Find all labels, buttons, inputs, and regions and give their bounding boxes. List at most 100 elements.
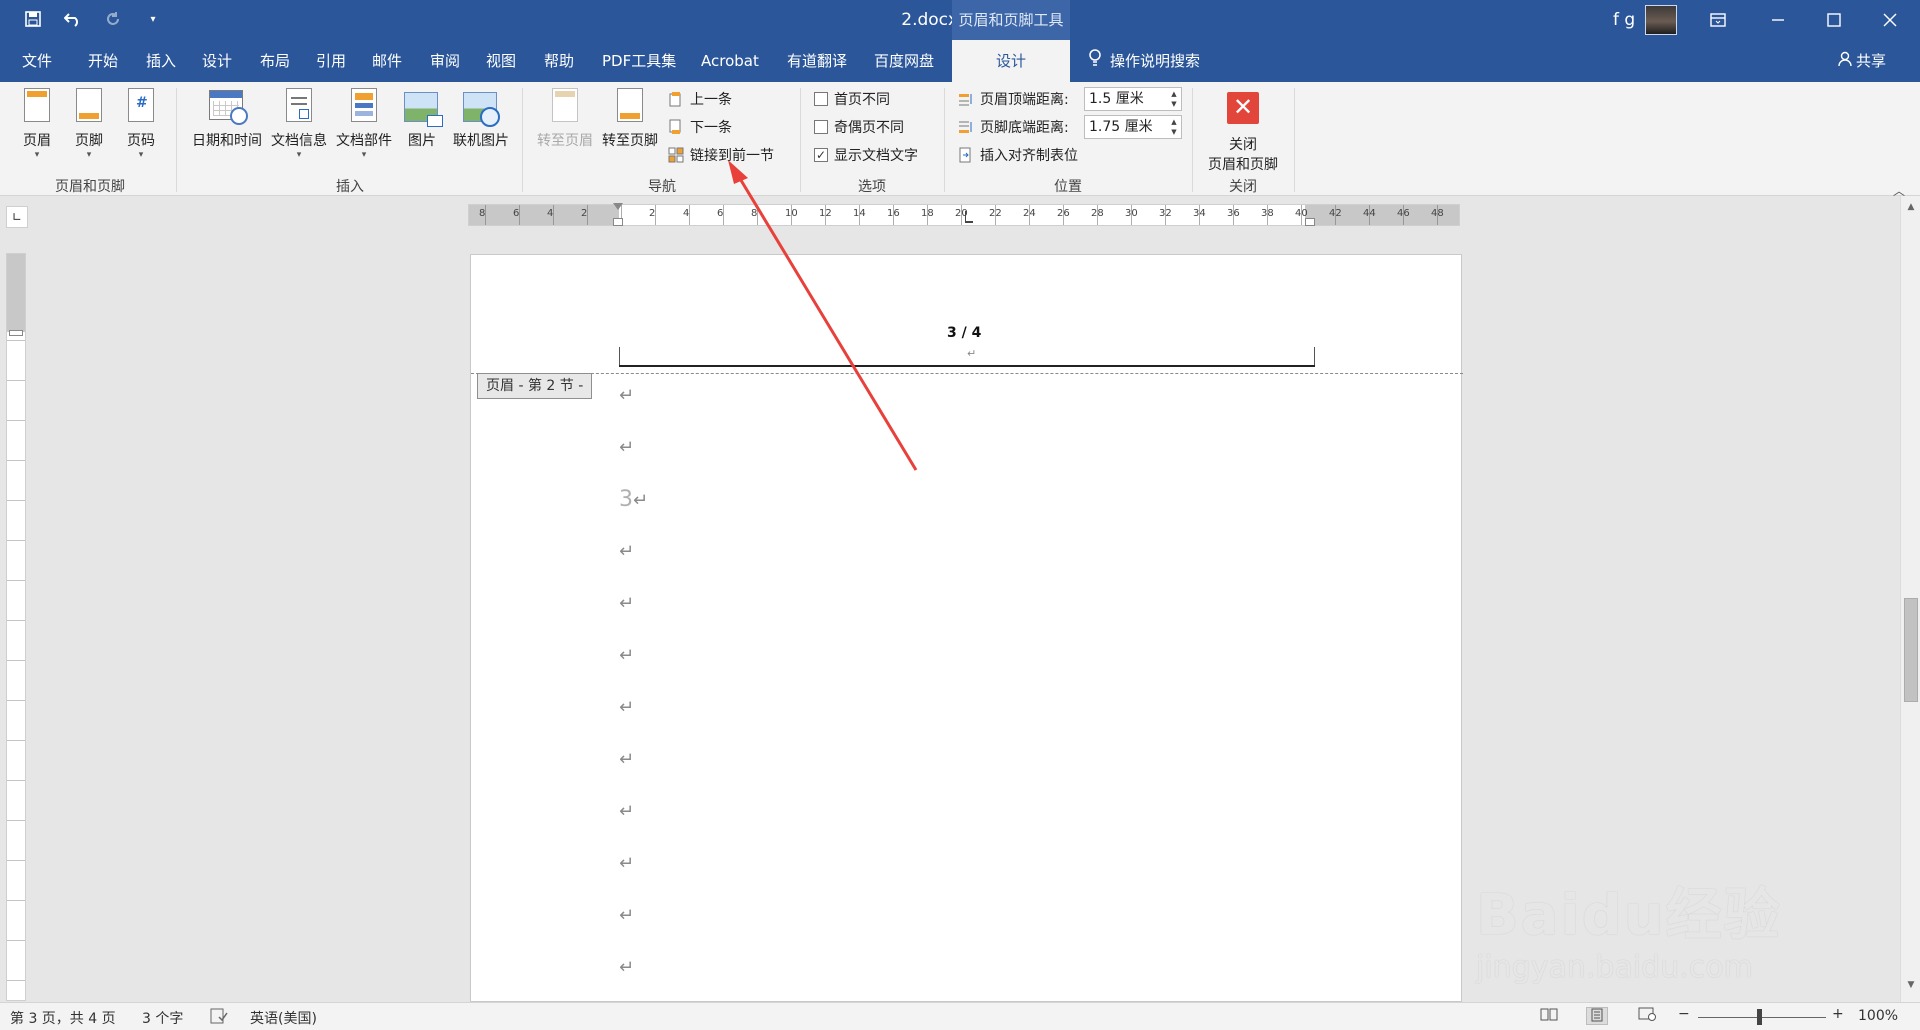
right-indent-marker[interactable]: [1305, 218, 1315, 226]
scroll-down-icon[interactable]: ▼: [1903, 980, 1919, 996]
zoom-level[interactable]: 100%: [1858, 1008, 1898, 1024]
header-section-tag: 页眉 - 第 2 节 -: [477, 373, 593, 399]
paragraph-mark[interactable]: ↵: [619, 853, 634, 874]
lightbulb-icon: [1088, 41, 1102, 83]
minimize-icon[interactable]: [1750, 0, 1806, 40]
picture-icon: [404, 88, 443, 127]
left-indent-marker-bottom[interactable]: [613, 218, 623, 226]
read-mode-icon[interactable]: [1538, 1007, 1560, 1025]
page-number-button[interactable]: # 页码 ▾: [122, 88, 160, 160]
header-button[interactable]: 页眉 ▾: [18, 88, 56, 160]
word-count-status[interactable]: 3 个字: [142, 1008, 183, 1028]
header-page-number[interactable]: 3 / 4: [947, 325, 981, 341]
user-name[interactable]: f g: [1613, 10, 1635, 30]
language-status[interactable]: 英语(美国): [250, 1008, 317, 1028]
maximize-icon[interactable]: [1806, 0, 1862, 40]
vertical-ruler[interactable]: [6, 253, 26, 1001]
link-to-previous-button[interactable]: 链接到前一节: [668, 144, 774, 166]
date-time-button[interactable]: 日期和时间: [188, 88, 266, 150]
paragraph-mark[interactable]: ↵: [619, 801, 634, 822]
online-picture-button[interactable]: 联机图片: [450, 88, 512, 150]
paragraph-mark[interactable]: ↵: [619, 437, 634, 458]
body-digit: 3: [619, 487, 633, 512]
paragraph-mark[interactable]: ↵: [619, 697, 634, 718]
print-layout-icon[interactable]: [1586, 1007, 1608, 1025]
close-icon[interactable]: [1862, 0, 1918, 40]
paragraph-mark[interactable]: ↵: [619, 645, 634, 666]
proofing-icon[interactable]: [210, 1008, 228, 1028]
body-text-line[interactable]: 3↵: [619, 487, 648, 512]
horizontal-ruler[interactable]: 8 6 4 2 2 4 6 8 10 12 14 16 18 20 22 24 26 28 30 32 34 36 38 40…: [468, 203, 1460, 226]
left-indent-marker[interactable]: [613, 203, 623, 211]
spinner-icon[interactable]: ▲ ▼: [1169, 89, 1179, 109]
zoom-in-icon[interactable]: +: [1832, 1006, 1844, 1022]
tell-me-search[interactable]: 操作说明搜索: [1088, 40, 1200, 82]
previous-button[interactable]: 上一条: [668, 88, 732, 110]
tab-stop-selector[interactable]: ∟: [6, 206, 28, 228]
group-label-close: 关闭: [1229, 179, 1257, 195]
close-header-footer-button[interactable]: ✕ 关闭 页眉和页脚: [1200, 88, 1286, 174]
share-button[interactable]: 共享: [1838, 40, 1886, 82]
picture-button[interactable]: 图片: [404, 88, 443, 150]
tab-acrobat[interactable]: Acrobat: [701, 40, 759, 82]
tab-baidu-netdisk[interactable]: 百度网盘: [874, 40, 934, 82]
group-divider: [800, 88, 801, 192]
quick-parts-icon: [348, 88, 380, 126]
paragraph-mark[interactable]: ↵: [619, 905, 634, 926]
page-count-status[interactable]: 第 3 页，共 4 页: [10, 1008, 116, 1028]
zoom-slider-track[interactable]: [1698, 1017, 1826, 1018]
spinner-icon[interactable]: ▲ ▼: [1169, 117, 1179, 137]
tab-layout[interactable]: 布局: [260, 40, 290, 82]
web-layout-icon[interactable]: [1636, 1007, 1658, 1025]
center-tab-marker[interactable]: [965, 211, 973, 223]
ribbon-display-options-icon[interactable]: [1690, 0, 1746, 40]
header-top-distance-input[interactable]: 1.5 厘米 ▲ ▼: [1084, 87, 1182, 111]
tab-file[interactable]: 文件: [22, 40, 52, 82]
zoom-slider-thumb[interactable]: [1757, 1009, 1762, 1025]
tab-mailings[interactable]: 邮件: [372, 40, 402, 82]
different-first-page-label: 首页不同: [834, 92, 890, 108]
tab-header-footer-design[interactable]: 设计: [952, 40, 1070, 82]
ruler-tick-label: 44: [1363, 208, 1376, 219]
link-to-previous-label: 链接到前一节: [690, 148, 774, 164]
ruler-tick-label: 12: [819, 208, 832, 219]
next-label: 下一条: [690, 120, 732, 136]
paragraph-mark[interactable]: ↵: [619, 541, 634, 562]
zoom-out-icon[interactable]: −: [1678, 1006, 1690, 1022]
tab-home[interactable]: 开始: [88, 40, 118, 82]
next-button[interactable]: 下一条: [668, 116, 732, 138]
vertical-margin-marker[interactable]: [9, 330, 23, 336]
paragraph-mark[interactable]: ↵: [619, 749, 634, 770]
tab-references[interactable]: 引用: [316, 40, 346, 82]
avatar[interactable]: [1645, 5, 1677, 35]
tab-view[interactable]: 视图: [486, 40, 516, 82]
paragraph-mark[interactable]: ↵: [619, 593, 634, 614]
tab-help[interactable]: 帮助: [544, 40, 574, 82]
ribbon: 页眉 ▾ 页脚 ▾ # 页码 ▾ 页眉和页脚 日期和时间 文档信息 ▾ 文档部件…: [0, 82, 1920, 198]
tab-pdf-tools[interactable]: PDF工具集: [602, 40, 676, 82]
document-info-button[interactable]: 文档信息 ▾: [268, 88, 330, 160]
paragraph-mark[interactable]: ↵: [619, 957, 634, 978]
go-to-footer-button[interactable]: 转至页脚: [598, 88, 662, 150]
ruler-tick-label: 2: [649, 208, 656, 219]
tab-youdao[interactable]: 有道翻译: [787, 40, 847, 82]
tab-review[interactable]: 审阅: [430, 40, 460, 82]
baidu-jingyan-watermark: Baidu经验 jingyan.baidu.com: [1476, 870, 1782, 985]
document-page[interactable]: 3 / 4 ↵ 页眉 - 第 2 节 - ↵ ↵ 3↵ ↵ ↵ ↵ ↵ ↵ ↵ …: [470, 254, 1463, 1002]
insert-alignment-tab-button[interactable]: 插入对齐制表位: [958, 144, 1078, 166]
different-odd-even-checkbox[interactable]: 奇偶页不同: [814, 116, 904, 138]
footer-button[interactable]: 页脚 ▾: [70, 88, 108, 160]
vertical-scrollbar[interactable]: ▲ ▼: [1900, 196, 1920, 1002]
go-to-footer-label: 转至页脚: [602, 133, 658, 149]
show-document-text-checkbox[interactable]: ✓ 显示文档文字: [814, 144, 918, 166]
tab-design[interactable]: 设计: [202, 40, 232, 82]
header-icon: [21, 88, 53, 126]
scroll-up-icon[interactable]: ▲: [1903, 202, 1919, 218]
tab-insert[interactable]: 插入: [146, 40, 176, 82]
scrollbar-thumb[interactable]: [1904, 598, 1918, 702]
quick-parts-button[interactable]: 文档部件 ▾: [332, 88, 396, 160]
go-to-header-button[interactable]: 转至页眉: [534, 88, 596, 150]
footer-bottom-distance-input[interactable]: 1.75 厘米 ▲ ▼: [1084, 115, 1182, 139]
different-first-page-checkbox[interactable]: 首页不同: [814, 88, 890, 110]
paragraph-mark[interactable]: ↵: [619, 385, 634, 406]
